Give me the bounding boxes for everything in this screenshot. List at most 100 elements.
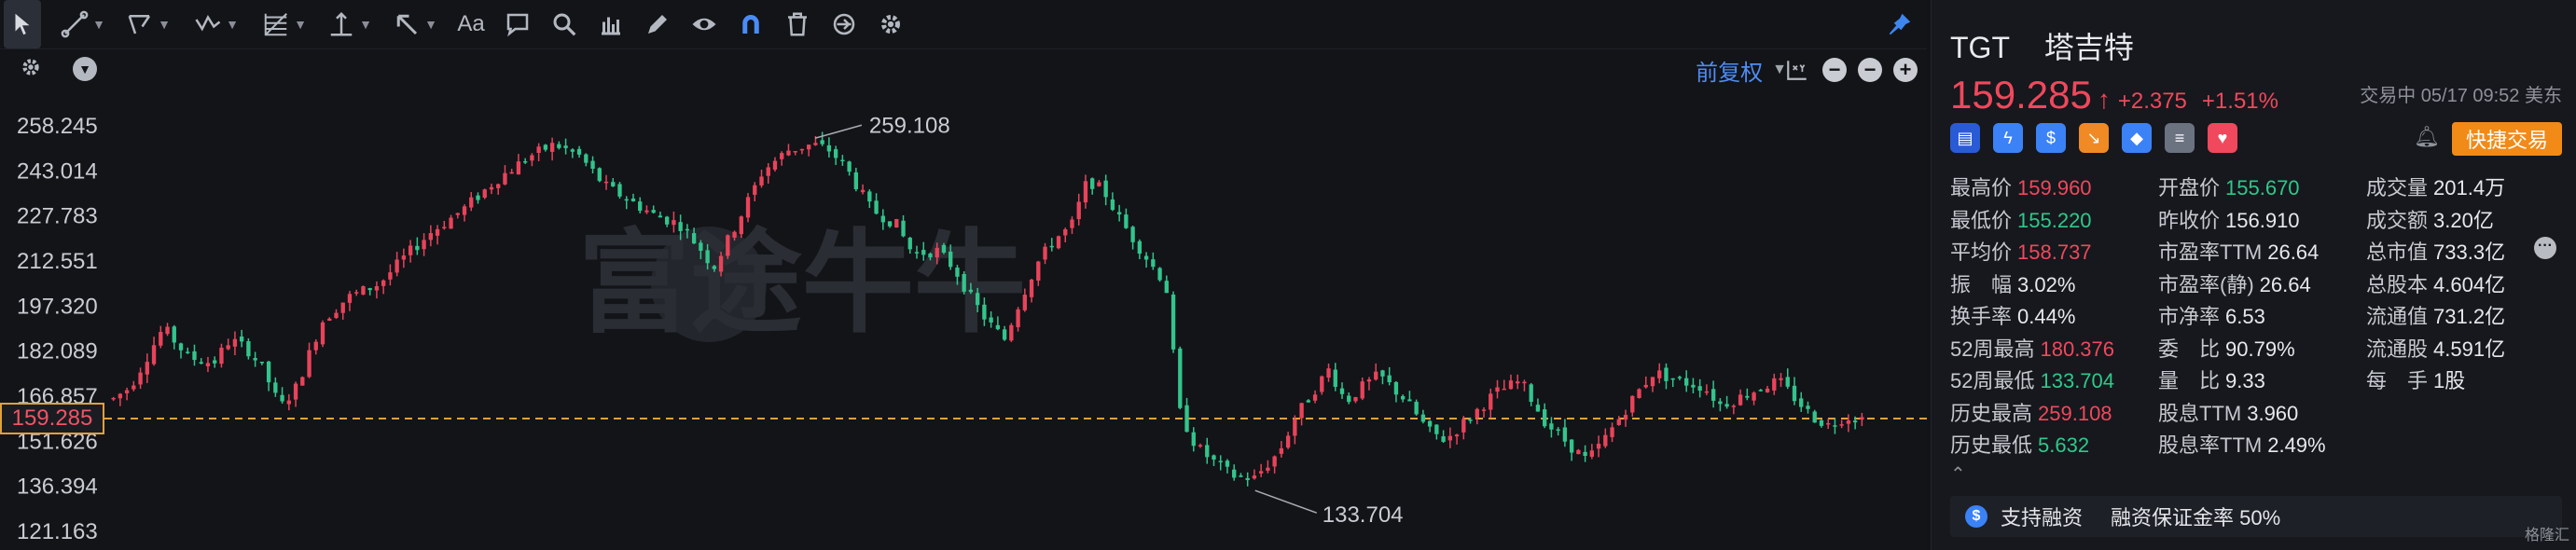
candle-body: [678, 222, 683, 231]
document-icon[interactable]: ≡: [2165, 123, 2195, 153]
candle-body: [1643, 384, 1648, 388]
y-tick-label: 197.320: [17, 294, 98, 319]
max-annotation-line: [814, 124, 863, 139]
candle-body: [1130, 227, 1135, 242]
candle-body: [1374, 371, 1378, 380]
line-tool[interactable]: ▼: [50, 0, 116, 48]
candle-body: [590, 160, 595, 170]
us-flag-icon[interactable]: ▤: [1950, 123, 1980, 153]
quote-cell: 最高价 159.960: [1950, 172, 2092, 201]
cursor-icon: [15, 13, 30, 35]
candle-body: [630, 198, 636, 201]
quote-cell: 股息率TTM 2.49%: [2158, 429, 2326, 459]
search-icon: [553, 13, 576, 36]
candle-body: [1441, 436, 1446, 442]
collapse-pane-button[interactable]: −: [1858, 58, 1882, 82]
bell-icon[interactable]: 🔔︎: [2413, 125, 2441, 153]
candle-body: [597, 168, 602, 182]
candle-body: [1819, 419, 1824, 426]
magnet-icon: [742, 15, 759, 34]
fib-tool[interactable]: ▼: [252, 0, 317, 48]
candle-body: [1184, 405, 1189, 433]
heart-icon[interactable]: ♥: [2208, 123, 2237, 153]
margin-info-bar[interactable]: $ 支持融资 融资保证金率 50%: [1950, 496, 2562, 537]
quote-label: 平均价: [1950, 241, 2013, 264]
quote-label: 市盈率(静): [2158, 272, 2254, 296]
last-price: 159.285: [1950, 73, 2092, 117]
y-tick-label: 212.551: [17, 249, 98, 274]
candle-body: [570, 149, 575, 152]
candle-body: [1650, 377, 1655, 387]
measure-tool[interactable]: [588, 0, 634, 48]
quote-cell: 流通值 731.2亿: [2366, 300, 2505, 330]
candle-body: [1792, 385, 1797, 402]
quote-cell: 换手率 0.44%: [1950, 300, 2075, 330]
candle-body: [1387, 375, 1392, 383]
candle-body: [1670, 378, 1675, 380]
quote-label: 股息率TTM: [2158, 433, 2263, 457]
adjust-mode-dropdown[interactable]: 前复权 ▼: [1696, 54, 1787, 86]
visibility-tool[interactable]: [681, 0, 727, 48]
chevron-up-icon[interactable]: ⌃: [1950, 462, 1966, 486]
candle-body: [138, 372, 143, 385]
price-row: 159.285 ↑ +2.375 +1.51%: [1950, 73, 2293, 117]
candle-body: [1205, 445, 1210, 458]
wave-icon: [195, 14, 221, 32]
stock-header: TGT 塔吉特: [1950, 24, 2160, 67]
candle-body: [901, 220, 906, 237]
candle-body: [1596, 444, 1601, 449]
quote-cell: 成交额 3.20亿: [2366, 204, 2494, 234]
more-icon[interactable]: ···: [2534, 237, 2556, 259]
candle-body: [1353, 396, 1358, 402]
zoom-in-button[interactable]: +: [1893, 58, 1918, 82]
sync-tool[interactable]: [821, 0, 867, 48]
candle-body: [557, 144, 561, 148]
ticker-symbol: TGT: [1950, 31, 2010, 64]
candle-body: [503, 172, 507, 185]
pencil-tool[interactable]: [634, 0, 681, 48]
text-tool[interactable]: Aa: [448, 0, 494, 48]
arrow-tool[interactable]: ▼: [382, 0, 448, 48]
gear-icon: [881, 15, 900, 34]
candle-body: [239, 336, 244, 342]
candle-body: [1731, 406, 1737, 407]
candle-body: [1603, 434, 1608, 447]
horizontal-line-tool[interactable]: ▼: [317, 0, 382, 48]
candle-body: [1090, 178, 1095, 189]
quote-cell: 昨收价 156.910: [2158, 204, 2300, 234]
quote-cell: 总股本 4.604亿: [2366, 268, 2505, 298]
cursor-tool[interactable]: [4, 0, 41, 48]
candle-body: [266, 361, 271, 383]
candle-body: [921, 250, 926, 255]
magnet-tool[interactable]: [727, 0, 774, 48]
candle-body: [1589, 450, 1595, 457]
quote-label: 流通股: [2366, 337, 2429, 361]
delete-tool[interactable]: [774, 0, 821, 48]
zoom-tool[interactable]: [541, 0, 588, 48]
candle-body: [132, 385, 136, 390]
zoom-out-button[interactable]: −: [1822, 58, 1847, 82]
candle-body: [482, 189, 487, 199]
note-tool[interactable]: [494, 0, 541, 48]
lightning-icon[interactable]: ϟ: [1993, 123, 2023, 153]
quote-label: 成交量: [2366, 176, 2429, 199]
y-tick-label: 121.163: [17, 519, 98, 544]
collapse-button[interactable]: ▼: [73, 57, 97, 81]
pin-tool[interactable]: [1886, 0, 1914, 48]
settings-tool[interactable]: [867, 0, 914, 48]
dollar-icon[interactable]: $: [2036, 123, 2066, 153]
wave-tool[interactable]: ▼: [181, 0, 252, 48]
candle-body: [1454, 434, 1460, 437]
quote-value: 155.220: [2017, 208, 2092, 232]
candle-body: [1143, 255, 1149, 260]
chart-pane[interactable]: 富途牛牛 258.245 243.014 227.783 212.551 197.320 1…: [0, 0, 1927, 550]
candle-body: [860, 189, 866, 193]
axis-scale-button[interactable]: [1785, 58, 1809, 82]
trend-down-icon[interactable]: ↘: [2079, 123, 2109, 153]
candle-body: [1710, 389, 1716, 401]
channel-tool[interactable]: ▼: [116, 0, 181, 48]
quote-value: 201.4万: [2433, 176, 2506, 199]
tag-icon[interactable]: ◆: [2122, 123, 2152, 153]
quick-trade-button[interactable]: 快捷交易: [2452, 122, 2562, 156]
chart-settings-button[interactable]: [19, 55, 47, 83]
